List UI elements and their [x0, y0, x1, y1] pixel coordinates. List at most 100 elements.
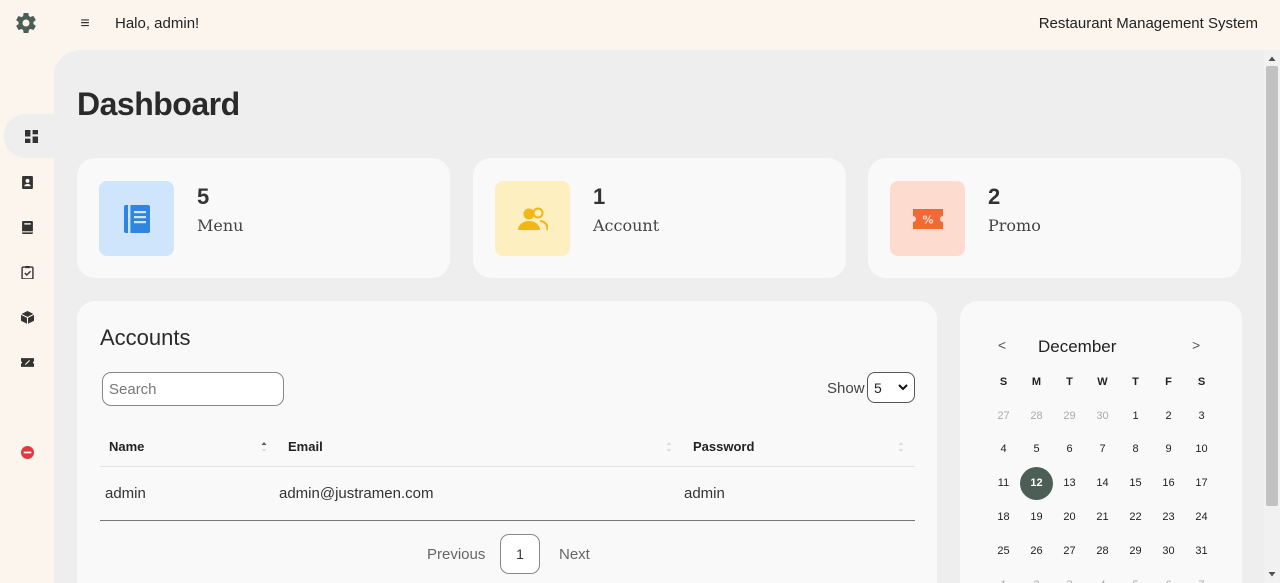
calendar-day-number: 24	[1195, 511, 1208, 524]
calendar-day[interactable]: 17	[1185, 466, 1218, 500]
column-header-password[interactable]: Password	[693, 439, 754, 454]
calendar-day-number: 5	[1119, 568, 1152, 583]
calendar-day[interactable]: 5	[1020, 433, 1053, 467]
calendar-day-number: 11	[997, 477, 1010, 490]
sort-icon[interactable]	[261, 441, 267, 453]
calendar-week-row: 4 5 6 7 8 9 10	[987, 433, 1218, 467]
calendar-day[interactable]: 4	[987, 433, 1020, 467]
calendar-day[interactable]: 25	[987, 534, 1020, 568]
calendar-prev-month[interactable]: <	[998, 337, 1006, 353]
calendar-day[interactable]: 31	[1185, 534, 1218, 568]
calendar-weekday: S	[1197, 375, 1206, 388]
page-scrollbar[interactable]	[1264, 50, 1280, 583]
calendar-day-number: 23	[1162, 511, 1175, 524]
sidebar-item-logout[interactable]	[0, 430, 54, 474]
calendar-day-number: 25	[997, 544, 1010, 557]
calendar-day-number: 28	[1030, 409, 1043, 422]
sidebar-item-menu[interactable]	[0, 205, 54, 249]
page-title: Dashboard	[77, 86, 240, 122]
calendar-day[interactable]: 27	[1053, 534, 1086, 568]
calendar-day[interactable]: 21	[1086, 500, 1119, 534]
calendar-day[interactable]: 24	[1185, 500, 1218, 534]
calendar-day-number: 8	[1132, 443, 1139, 456]
calendar-day[interactable]: 29	[1053, 399, 1086, 433]
calendar-weekday: W	[1097, 375, 1108, 388]
calendar-day[interactable]: 15	[1119, 466, 1152, 500]
calendar-day[interactable]: 2	[1020, 568, 1053, 583]
hamburger-menu-icon[interactable]: ≡	[76, 15, 94, 33]
scroll-up-arrow-icon[interactable]	[1268, 55, 1276, 63]
calendar-day[interactable]: 26	[1020, 534, 1053, 568]
calendar-day-number: 1	[987, 568, 1020, 583]
calendar-day-number: 6	[1066, 443, 1073, 456]
stat-card-promo[interactable]: % 2 Promo	[868, 158, 1241, 278]
calendar-day-number: 9	[1165, 443, 1172, 456]
stat-card-account[interactable]: 1 Account	[473, 158, 846, 278]
calendar-day[interactable]: 14	[1086, 466, 1119, 500]
calendar-day[interactable]: 1	[987, 568, 1020, 583]
calendar-week-row: 18 19 20 21 22 23 24	[987, 500, 1218, 534]
column-header-name[interactable]: Name	[109, 439, 144, 454]
column-header-email[interactable]: Email	[288, 439, 323, 454]
sort-icon[interactable]	[666, 441, 672, 453]
pagination-page-1[interactable]: 1	[500, 534, 540, 574]
calendar-next-month[interactable]: >	[1192, 337, 1200, 353]
sidebar-item-orders[interactable]	[0, 250, 54, 294]
calendar-day[interactable]: 29	[1119, 534, 1152, 568]
calendar-weekday-row: SMTWTFS	[987, 365, 1218, 399]
search-input[interactable]	[102, 372, 284, 406]
sidebar-item-promo[interactable]	[0, 340, 54, 384]
calendar-day[interactable]: 6	[1152, 568, 1185, 583]
sidebar-item-account[interactable]	[0, 160, 54, 204]
calendar-day[interactable]: 23	[1152, 500, 1185, 534]
scrollbar-thumb[interactable]	[1266, 66, 1278, 506]
menu-book-icon	[99, 181, 174, 256]
calendar-day-number: 17	[1195, 477, 1208, 490]
calendar-day[interactable]: 10	[1185, 433, 1218, 467]
scroll-down-arrow-icon[interactable]	[1268, 570, 1276, 578]
calendar-day[interactable]: 28	[1086, 534, 1119, 568]
calendar-day-today[interactable]: 12	[1020, 466, 1053, 500]
stat-card-menu[interactable]: 5 Menu	[77, 158, 450, 278]
calendar-day[interactable]: 1	[1119, 399, 1152, 433]
calendar-weekday: T	[1066, 375, 1073, 388]
users-icon	[495, 181, 570, 256]
calendar-day-number: 19	[1030, 511, 1043, 524]
stat-value: 1	[593, 184, 606, 209]
calendar-day[interactable]: 7	[1185, 568, 1218, 583]
calendar-day[interactable]: 7	[1086, 433, 1119, 467]
calendar-day[interactable]: 20	[1053, 500, 1086, 534]
calendar-day[interactable]: 11	[987, 466, 1020, 500]
sort-icon[interactable]	[898, 441, 904, 453]
sidebar-item-dashboard[interactable]	[4, 114, 58, 158]
calendar-day[interactable]: 5	[1119, 568, 1152, 583]
calendar-day[interactable]: 13	[1053, 466, 1086, 500]
calendar-day[interactable]: 30	[1086, 399, 1119, 433]
calendar-day[interactable]: 4	[1086, 568, 1119, 583]
pagination-next[interactable]: Next	[559, 546, 590, 563]
calendar-day[interactable]: 30	[1152, 534, 1185, 568]
calendar-day-number: 14	[1096, 477, 1109, 490]
calendar-day[interactable]: 18	[987, 500, 1020, 534]
calendar-day[interactable]: 6	[1053, 433, 1086, 467]
calendar-day[interactable]: 3	[1185, 399, 1218, 433]
pagination-previous[interactable]: Previous	[427, 546, 485, 563]
calendar-grid: S M T W T F S 27 28 29 30 1 2 3 4 5 6 7 8 9 10 11 12 13 14 15 16 17…	[987, 365, 1218, 583]
calendar-day-number: 7	[1185, 568, 1218, 583]
contact-book-icon	[21, 175, 33, 189]
gear-icon[interactable]	[14, 11, 38, 35]
calendar-day[interactable]: 27	[987, 399, 1020, 433]
calendar-day[interactable]: 3	[1053, 568, 1086, 583]
sidebar-item-products[interactable]	[0, 295, 54, 339]
accounts-card: Accounts Show 5 Name Email Password admi…	[77, 301, 937, 583]
calendar-day[interactable]: 19	[1020, 500, 1053, 534]
table-row[interactable]: admin admin@justramen.com admin	[100, 467, 915, 521]
calendar-day[interactable]: 9	[1152, 433, 1185, 467]
calendar-day[interactable]: 16	[1152, 466, 1185, 500]
calendar-day[interactable]: 28	[1020, 399, 1053, 433]
calendar-day[interactable]: 22	[1119, 500, 1152, 534]
calendar-week-row: 1234567	[987, 568, 1218, 583]
calendar-day[interactable]: 8	[1119, 433, 1152, 467]
calendar-day[interactable]: 2	[1152, 399, 1185, 433]
page-size-select[interactable]: 5	[867, 372, 915, 403]
